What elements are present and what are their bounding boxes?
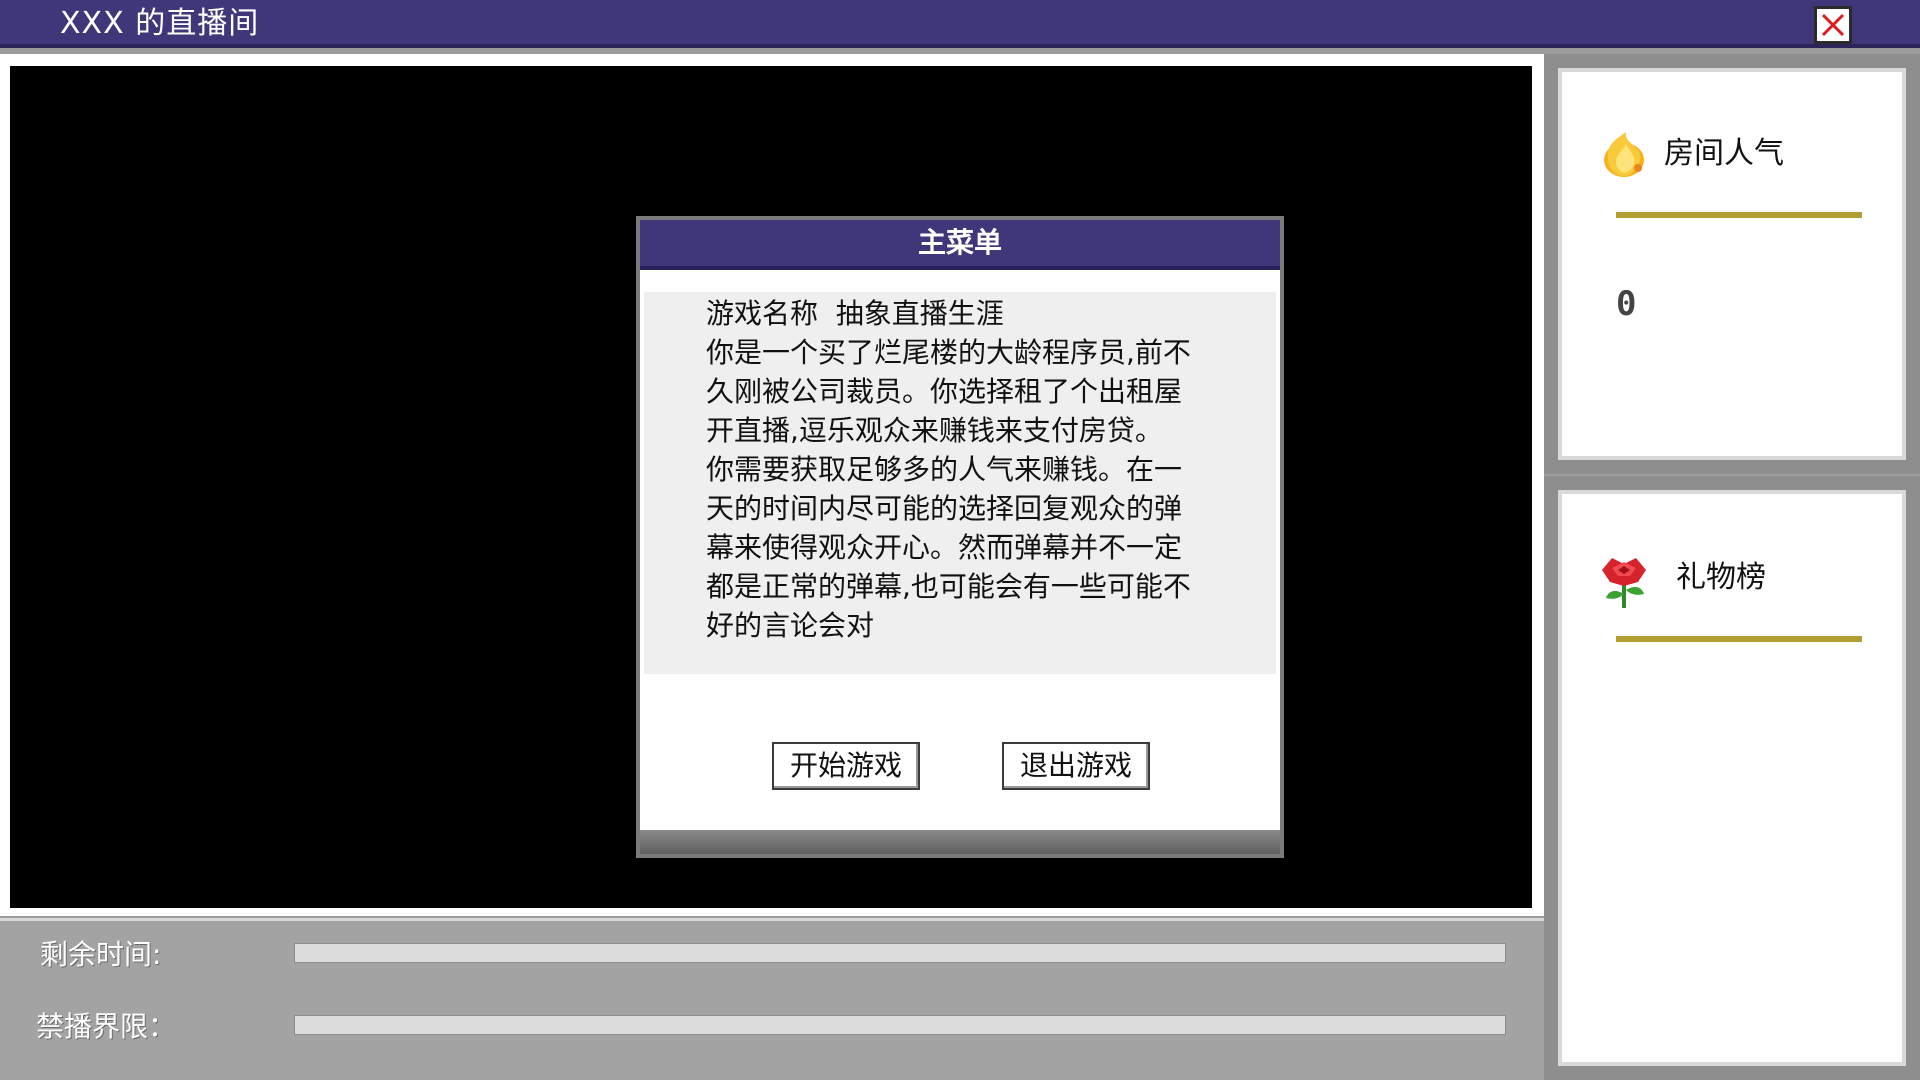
- fire-icon: [1604, 132, 1644, 177]
- close-button[interactable]: [1814, 6, 1852, 44]
- popularity-divider: [1616, 212, 1862, 218]
- title-bar: XXX 的直播间: [0, 0, 1920, 48]
- start-game-button[interactable]: 开始游戏: [772, 742, 920, 790]
- popularity-card: 房间人气 0: [1558, 68, 1906, 460]
- gift-ranking-panel: 礼物榜: [1544, 476, 1920, 1080]
- ban-limit-label: 禁播界限：: [36, 1010, 177, 1043]
- time-remaining-label: 剩余时间:: [40, 938, 162, 971]
- popularity-label: 房间人气: [1664, 136, 1784, 171]
- ban-limit-bar: [294, 1015, 1506, 1035]
- gift-ranking-card: 礼物榜: [1558, 490, 1906, 1066]
- gift-ranking-label: 礼物榜: [1676, 560, 1766, 595]
- popularity-value: 0: [1616, 284, 1637, 324]
- game-description: 游戏名称 抽象直播生涯 你是一个买了烂尾楼的大龄程序员,前不久刚被公司裁员。你选…: [706, 297, 1191, 642]
- popularity-panel: 房间人气 0: [1544, 54, 1920, 474]
- close-icon: [1821, 13, 1845, 37]
- window-title: XXX 的直播间: [60, 6, 260, 41]
- dialog-footer: [640, 830, 1280, 854]
- rose-icon: [1602, 558, 1646, 608]
- description-scroll-area[interactable]: 游戏名称 抽象直播生涯 你是一个买了烂尾楼的大龄程序员,前不久刚被公司裁员。你选…: [644, 292, 1276, 674]
- status-panel: 剩余时间: 禁播界限：: [0, 918, 1544, 1080]
- dialog-title: 主菜单: [640, 220, 1280, 270]
- quit-game-button[interactable]: 退出游戏: [1002, 742, 1150, 790]
- gift-ranking-divider: [1616, 636, 1862, 642]
- time-remaining-bar: [294, 943, 1506, 963]
- main-menu-dialog: 主菜单 游戏名称 抽象直播生涯 你是一个买了烂尾楼的大龄程序员,前不久刚被公司裁…: [640, 220, 1280, 854]
